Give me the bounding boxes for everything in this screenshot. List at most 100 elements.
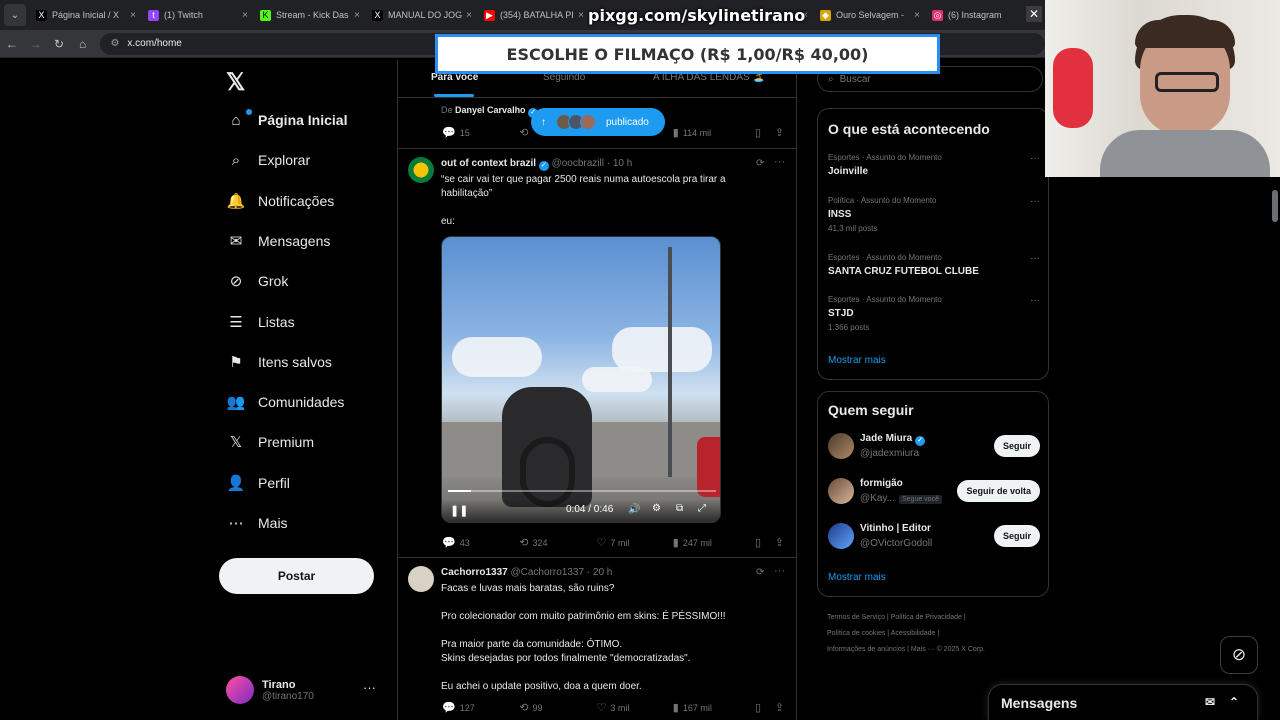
- new-message-icon[interactable]: ✉: [1205, 695, 1215, 709]
- sidebar-item-notifica-es[interactable]: 🔔 Notificações: [226, 184, 335, 218]
- trend-item[interactable]: Esportes · Assunto do Momento STJD 1.366 p…: [828, 295, 1040, 332]
- more-icon[interactable]: ···: [1030, 153, 1040, 164]
- share-button[interactable]: ⇪: [775, 126, 788, 139]
- sidebar-item-itens-salvos[interactable]: ⚑ Itens salvos: [226, 345, 332, 379]
- sidebar-item-mais[interactable]: ⋯ Mais: [226, 506, 288, 540]
- retweet-button[interactable]: ⟲ 99: [519, 701, 596, 714]
- avatar[interactable]: [828, 523, 854, 549]
- footer-line[interactable]: Política de cookies | Acessibilidade |: [827, 626, 1047, 642]
- reply-button[interactable]: 💬 127: [442, 701, 519, 714]
- avatar[interactable]: [408, 566, 434, 592]
- browser-tab[interactable]: t (1) Twitch ×: [142, 0, 254, 30]
- new-posts-pill[interactable]: ↑ publicado: [531, 108, 665, 136]
- tab-close-icon[interactable]: ×: [242, 10, 248, 21]
- quoted-author[interactable]: Danyel Carvalho: [455, 105, 526, 115]
- timestamp[interactable]: · 20 h: [587, 567, 613, 578]
- scrollbar[interactable]: [1272, 190, 1278, 222]
- more-icon[interactable]: ···: [774, 156, 785, 168]
- browser-tab[interactable]: ◆ Ouro Selvagem - ×: [814, 0, 926, 30]
- video-progress-bar[interactable]: [448, 490, 716, 492]
- x-logo-icon[interactable]: 𝕏: [226, 68, 254, 96]
- trend-item[interactable]: Política · Assunto do Momento INSS 41,3 mi…: [828, 196, 1040, 233]
- tab-close-icon[interactable]: ×: [354, 10, 360, 21]
- share-button[interactable]: ⇪: [775, 701, 788, 714]
- follow-button[interactable]: Seguir: [993, 525, 1040, 547]
- tab-close-icon[interactable]: ×: [466, 10, 472, 21]
- follow-button[interactable]: Seguir de volta: [957, 480, 1040, 502]
- account-switcher[interactable]: Tirano @tirano170 ···: [226, 672, 386, 708]
- author-handle[interactable]: @oocbrazill: [552, 158, 604, 169]
- fullscreen-icon[interactable]: ⤢: [698, 503, 706, 514]
- sidebar-item-p-gina-inicial[interactable]: ⌂ Página Inicial: [226, 103, 347, 137]
- expand-icon[interactable]: ⌃: [1229, 695, 1239, 709]
- follow-name[interactable]: Vitinho | Editor: [860, 523, 931, 534]
- browser-tab[interactable]: ▶ (354) BATALHA PI ×: [478, 0, 590, 30]
- show-more-follow-link[interactable]: Mostrar mais: [828, 572, 886, 583]
- avatar[interactable]: [828, 433, 854, 459]
- show-more-trends-link[interactable]: Mostrar mais: [828, 355, 886, 366]
- sidebar-item-grok[interactable]: ⊘ Grok: [226, 264, 289, 298]
- follow-name[interactable]: formigão: [860, 478, 903, 489]
- retweet-button[interactable]: ⟲ 324: [519, 536, 596, 549]
- sidebar-item-explorar[interactable]: ⌕ Explorar: [226, 143, 310, 177]
- bookmark-button[interactable]: ▯: [755, 126, 775, 139]
- author-handle[interactable]: @Cachorro1337: [510, 567, 584, 578]
- video-player[interactable]: ❚❚ 0:04 / 0:46 🔊 ⚙ ⧉ ⤢: [441, 236, 721, 523]
- author-name[interactable]: out of context brazil: [441, 158, 536, 169]
- browser-tab[interactable]: K Stream - Kick Das ×: [254, 0, 366, 30]
- sidebar-item-mensagens[interactable]: ✉ Mensagens: [226, 224, 331, 258]
- site-info-icon[interactable]: ⚙: [110, 38, 119, 49]
- trend-item[interactable]: Esportes · Assunto do Momento SANTA CRUZ …: [828, 253, 1040, 277]
- follow-suggestion[interactable]: Jade Miura ✓ @jadexmiura Seguir: [828, 433, 1040, 467]
- grok-explain-icon[interactable]: ⟳: [756, 567, 764, 578]
- footer-line[interactable]: Termos de Serviço | Política de Privacid…: [827, 610, 1047, 626]
- home-browser-icon[interactable]: ⌂: [71, 37, 95, 51]
- views-button[interactable]: ▮ 114 mil: [673, 126, 755, 139]
- footer-line[interactable]: Informações de anúncios | Mais ··· © 202…: [827, 642, 1047, 658]
- more-icon[interactable]: ···: [774, 565, 785, 577]
- sidebar-item-perfil[interactable]: 👤 Perfil: [226, 466, 290, 500]
- tweet[interactable]: Cachorro1337 @Cachorro1337 · 20 h ⟳ ··· …: [398, 557, 796, 720]
- more-icon[interactable]: ···: [1030, 295, 1040, 306]
- browser-tab[interactable]: X MANUAL DO JOG ×: [366, 0, 478, 30]
- more-icon[interactable]: ···: [363, 680, 376, 695]
- follow-name[interactable]: Jade Miura ✓: [860, 433, 926, 446]
- follow-button[interactable]: Seguir: [993, 435, 1040, 457]
- bookmark-button[interactable]: ▯: [755, 701, 775, 714]
- settings-icon[interactable]: ⚙: [652, 503, 661, 514]
- reload-icon[interactable]: ↻: [47, 37, 71, 51]
- volume-icon[interactable]: 🔊: [628, 504, 640, 515]
- close-window-icon[interactable]: ✕: [1026, 6, 1042, 22]
- author-name[interactable]: Cachorro1337: [441, 567, 508, 578]
- messages-drawer[interactable]: Mensagens ✉ ⌃: [988, 684, 1258, 720]
- browser-tab[interactable]: ◎(6) Instagram×: [926, 0, 1038, 30]
- more-icon[interactable]: ···: [1030, 253, 1040, 264]
- tab-close-icon[interactable]: ×: [578, 10, 584, 21]
- browser-tab[interactable]: X Página Inicial / X ×: [30, 0, 142, 30]
- tab-search-button[interactable]: ⌄: [4, 4, 26, 26]
- back-icon[interactable]: ←: [0, 37, 24, 51]
- tab-close-icon[interactable]: ×: [914, 10, 920, 21]
- more-icon[interactable]: ···: [1030, 196, 1040, 207]
- like-button[interactable]: ♡ 3 mil: [597, 701, 673, 714]
- follow-suggestion[interactable]: Vitinho | Editor @OVictorGodoll Seguir: [828, 523, 1040, 557]
- reply-button[interactable]: 💬 15: [442, 126, 519, 139]
- pause-icon[interactable]: ❚❚: [450, 504, 468, 517]
- bookmark-button[interactable]: ▯: [755, 536, 775, 549]
- tab-close-icon[interactable]: ×: [130, 10, 136, 21]
- follow-suggestion[interactable]: formigão @Kay... Segue você Seguir de volta: [828, 478, 1040, 512]
- avatar[interactable]: [408, 157, 434, 183]
- share-button[interactable]: ⇪: [775, 536, 788, 549]
- pip-icon[interactable]: ⧉: [676, 503, 683, 514]
- views-button[interactable]: ▮ 247 mil: [673, 536, 755, 549]
- sidebar-item-comunidades[interactable]: 👥 Comunidades: [226, 385, 345, 419]
- grok-floating-button[interactable]: ⊘: [1220, 636, 1258, 674]
- forward-icon[interactable]: →: [24, 37, 48, 51]
- trend-item[interactable]: Esportes · Assunto do Momento Joinville ··…: [828, 153, 1040, 177]
- views-button[interactable]: ▮ 167 mil: [673, 701, 755, 714]
- grok-explain-icon[interactable]: ⟳: [756, 158, 764, 169]
- post-button[interactable]: Postar: [219, 558, 374, 594]
- like-button[interactable]: ♡ 7 mil: [597, 536, 673, 549]
- avatar[interactable]: [828, 478, 854, 504]
- sidebar-item-listas[interactable]: ☰ Listas: [226, 305, 294, 339]
